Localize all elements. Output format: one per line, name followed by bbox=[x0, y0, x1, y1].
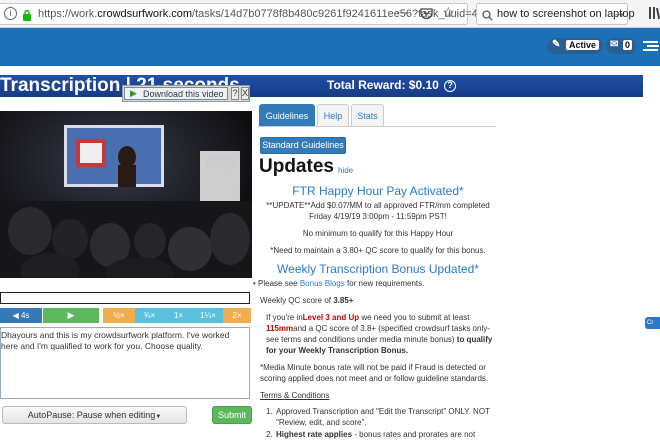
search-bar[interactable]: how to screenshot on laptop → bbox=[476, 3, 635, 26]
pencil-icon: ✎ bbox=[552, 39, 561, 50]
mail-count: 0 bbox=[623, 40, 633, 50]
bonus-blogs-link[interactable]: Bonus Blogs bbox=[300, 279, 345, 288]
total-reward: Total Reward: $0.10 ? bbox=[327, 78, 457, 92]
updates-heading: Updates bbox=[259, 156, 334, 177]
speed-three-quarter-button[interactable]: ¾× bbox=[135, 308, 164, 323]
terms-heading[interactable]: Terms & Conditions bbox=[260, 390, 329, 401]
tab-divider bbox=[258, 126, 496, 127]
happy-hour-line-2: Friday 4/19/19 3:00pm - 11:59pm PST! bbox=[309, 212, 447, 221]
info-icon[interactable]: i bbox=[4, 7, 17, 20]
hide-link[interactable]: hide bbox=[338, 166, 353, 175]
search-icon bbox=[482, 8, 493, 26]
no-minimum-note: No minimum to qualify for this Happy Hou… bbox=[302, 229, 454, 238]
play-icon: ▶ bbox=[130, 88, 137, 98]
weekly-bonus-title: Weekly Transcription Bonus Updated* bbox=[277, 262, 479, 276]
active-status-label: Active bbox=[566, 40, 600, 50]
download-close-button[interactable]: X bbox=[241, 87, 249, 100]
transcript-textarea[interactable]: Dhayours and this is my crowdsurfwork pl… bbox=[0, 327, 250, 399]
speed-1-25x-button[interactable]: 1¼× bbox=[193, 308, 223, 323]
play-button[interactable]: ▶ bbox=[43, 308, 99, 323]
video-frame-image bbox=[0, 111, 252, 278]
autopause-select[interactable]: AutoPause: Pause when editing▼ bbox=[2, 406, 187, 424]
side-feedback-tab[interactable]: Cr bbox=[645, 317, 660, 329]
url-text: https://work.crowdsurfwork.com/tasks/14d… bbox=[38, 8, 478, 20]
media-minute-note: *Media Minute bonus rate will not be pai… bbox=[260, 363, 489, 383]
terms-item-2: 2. Highest rate applies - bonus rates and… bbox=[266, 430, 476, 439]
download-bar: ▶ Download this video ? X bbox=[122, 85, 250, 102]
happy-hour-line-1: **UPDATE**Add $0.07/MM to all approved F… bbox=[266, 201, 490, 210]
library-icon[interactable] bbox=[648, 5, 660, 26]
rewind-icon: ◀ bbox=[12, 311, 21, 320]
help-circle-icon[interactable]: ? bbox=[444, 79, 457, 92]
tab-help[interactable]: Help bbox=[317, 104, 349, 126]
download-video-button[interactable]: ▶ Download this video bbox=[124, 87, 228, 100]
more-actions-icon[interactable]: ··· bbox=[396, 5, 408, 19]
address-bar[interactable]: i https://work.crowdsurfwork.com/tasks/1… bbox=[0, 3, 478, 25]
playback-progress-bar[interactable] bbox=[0, 292, 250, 304]
standard-guidelines-button[interactable]: Standard Guidelines bbox=[260, 137, 346, 154]
qc-requirement-note: *Need to maintain a 3.80+ QC score to qu… bbox=[270, 246, 486, 255]
pocket-icon[interactable] bbox=[420, 7, 433, 25]
speed-1x-button[interactable]: 1× bbox=[164, 308, 193, 323]
level-requirement-text: If you're inLevel 3 and Up we need you t… bbox=[266, 313, 493, 355]
status-toggle[interactable]: ✎ Active bbox=[547, 38, 603, 54]
download-help-button[interactable]: ? bbox=[231, 87, 239, 100]
bookmark-star-icon[interactable]: ☆ bbox=[442, 4, 455, 21]
tab-guidelines[interactable]: Guidelines bbox=[259, 104, 315, 126]
bonus-blogs-bullet: • Please see Bonus Blogs for new require… bbox=[253, 279, 425, 288]
user-avatar[interactable] bbox=[641, 36, 660, 56]
happy-hour-title: FTR Happy Hour Pay Activated* bbox=[292, 184, 464, 198]
messages-button[interactable]: ✉ 0 bbox=[606, 38, 636, 54]
submit-button[interactable]: Submit bbox=[212, 406, 252, 424]
tab-stats[interactable]: Stats bbox=[351, 104, 384, 126]
speed-2x-button[interactable]: 2× bbox=[223, 308, 251, 323]
lock-icon bbox=[22, 8, 32, 21]
rewind-button[interactable]: ◀ 4s bbox=[0, 308, 42, 323]
envelope-icon: ✉ bbox=[610, 39, 619, 50]
search-go-icon[interactable]: → bbox=[613, 5, 626, 20]
play-icon: ▶ bbox=[67, 310, 75, 320]
speed-half-button[interactable]: ½× bbox=[103, 308, 135, 323]
weekly-qc-line: Weekly QC score of 3.85+ bbox=[260, 296, 354, 305]
video-player[interactable] bbox=[0, 111, 252, 278]
dropdown-caret-icon: ▼ bbox=[155, 414, 162, 420]
terms-item-1: 1. Approved Transcription and "Edit the T… bbox=[266, 407, 490, 427]
